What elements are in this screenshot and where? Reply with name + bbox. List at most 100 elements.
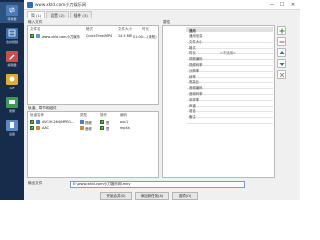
sidebar-label: 设备 bbox=[8, 131, 15, 136]
tab-main[interactable]: 简 (1) bbox=[27, 11, 46, 18]
move-down-button[interactable] bbox=[277, 59, 286, 68]
audio-track-icon bbox=[36, 126, 40, 130]
property-label: 视频编码 bbox=[189, 57, 203, 62]
property-row bbox=[187, 101, 273, 107]
editor-icon bbox=[6, 50, 18, 62]
file-icon bbox=[36, 34, 40, 38]
move-up-icon bbox=[279, 50, 284, 54]
remove-button[interactable] bbox=[277, 37, 286, 46]
move-down-icon bbox=[279, 62, 284, 66]
file-duration: 01:00:...(未知) bbox=[133, 35, 157, 39]
table-row[interactable]: ✓ www.xkld.com小刀娱乐 QuickTime/MP4 14.5 MB… bbox=[28, 33, 158, 40]
property-label: 分辨率 bbox=[189, 68, 200, 73]
track-checkbox[interactable]: ✓ bbox=[30, 120, 34, 124]
minimize-button[interactable]: — bbox=[268, 1, 276, 9]
property-label: 格式 bbox=[189, 45, 196, 50]
track-action: 是 bbox=[106, 127, 110, 131]
add-to-task-button[interactable]: 添加到任务(A) bbox=[135, 192, 169, 200]
close-button[interactable]: ✕ bbox=[289, 1, 297, 9]
track-action-checkbox[interactable]: ✓ bbox=[100, 126, 104, 130]
tab-plugins[interactable]: 插件 (3) bbox=[69, 11, 92, 18]
track-codec: avc1 bbox=[120, 120, 129, 124]
app-sidebar: 转换器 合并视频 编辑器 GIF 录屏 设备 bbox=[0, 0, 24, 200]
property-row bbox=[187, 72, 273, 78]
property-label: 通用信息 bbox=[189, 34, 203, 38]
property-label: 音频码率 bbox=[189, 92, 203, 96]
property-row bbox=[187, 78, 273, 84]
merge-icon bbox=[6, 27, 18, 39]
sidebar-label: GIF bbox=[9, 85, 15, 90]
property-row bbox=[187, 43, 273, 49]
column-header: 文件名 bbox=[30, 27, 41, 31]
sidebar-item-record[interactable]: 录屏 bbox=[0, 94, 24, 115]
track-checkbox[interactable]: ✓ bbox=[30, 126, 34, 130]
property-row bbox=[187, 107, 273, 113]
clear-button[interactable] bbox=[277, 70, 286, 79]
tab-settings[interactable]: 设置 (2) bbox=[46, 11, 69, 18]
column-header: 文件大小 bbox=[118, 27, 132, 31]
add-icon bbox=[279, 28, 284, 33]
sidebar-item-merge[interactable]: 合并视频 bbox=[0, 25, 24, 46]
output-label: 输出文件 bbox=[28, 181, 43, 185]
sidebar-label: 编辑器 bbox=[7, 62, 17, 67]
sidebar-label: 转换器 bbox=[7, 16, 17, 21]
tab-bar: 简 (1) 设置 (2) 插件 (3) bbox=[27, 11, 93, 18]
property-label: 视频码率 bbox=[189, 63, 203, 67]
sidebar-item-editor[interactable]: 编辑器 bbox=[0, 48, 24, 69]
column-header: 编码 bbox=[120, 113, 127, 117]
video-track-icon bbox=[36, 120, 40, 124]
track-action-checkbox[interactable]: ✓ bbox=[100, 120, 104, 124]
table-row[interactable]: ✓ AAC 音频 ✓ 是 mp4a bbox=[28, 125, 158, 131]
record-icon bbox=[6, 96, 18, 108]
property-value: <不适用> bbox=[220, 51, 236, 56]
track-codec: mp4a bbox=[120, 126, 130, 130]
add-button[interactable] bbox=[277, 26, 286, 35]
file-name: www.xkld.com小刀娱乐 bbox=[42, 35, 81, 39]
gif-icon bbox=[6, 73, 18, 85]
track-name: AAC bbox=[42, 126, 50, 130]
output-path-field[interactable]: E:\www.xkld.com小刀娱乐网.mkv bbox=[70, 181, 245, 188]
options-button[interactable]: 选项(O) bbox=[172, 192, 198, 200]
property-row bbox=[187, 119, 273, 125]
property-label: 备注 bbox=[189, 115, 196, 120]
property-label: 帧率 bbox=[189, 74, 196, 79]
column-header: 类型 bbox=[80, 113, 87, 117]
property-label: 采样率 bbox=[189, 97, 200, 102]
main-window: www.xkld.com小刀娱乐网 — ☐ ✕ 简 (1) 设置 (2) 插件 … bbox=[24, 0, 300, 200]
property-row bbox=[187, 96, 273, 101]
sidebar-item-device[interactable]: 设备 bbox=[0, 117, 24, 138]
sidebar-item-converter[interactable]: 转换器 bbox=[0, 2, 24, 23]
maximize-button[interactable]: ☐ bbox=[278, 1, 286, 9]
sidebar-label: 录屏 bbox=[8, 108, 15, 113]
column-header: 格式 bbox=[86, 27, 93, 31]
move-up-button[interactable] bbox=[277, 48, 286, 57]
audio-type-icon bbox=[80, 126, 84, 130]
tracks-list[interactable]: 轨道名称 类型 操作 编码 ✓ AVC/H.264/MPEG... 视频 ✓ 是… bbox=[27, 111, 159, 178]
property-label: 声道 bbox=[189, 103, 196, 108]
file-checkbox[interactable]: ✓ bbox=[30, 34, 34, 38]
start-merge-button[interactable]: 开始合并(S) bbox=[100, 192, 132, 200]
convert-icon bbox=[6, 4, 18, 16]
property-row bbox=[187, 67, 273, 72]
input-files-list[interactable]: 文件名 格式 文件大小 时长 ✓ www.xkld.com小刀娱乐 QuickT… bbox=[27, 25, 159, 105]
sidebar-label: 合并视频 bbox=[5, 39, 18, 44]
property-row bbox=[187, 113, 273, 119]
video-type-icon bbox=[80, 120, 84, 124]
property-label: 语言 bbox=[189, 109, 196, 114]
app-icon bbox=[27, 2, 33, 8]
device-icon bbox=[6, 119, 18, 131]
property-label: 音频编码 bbox=[189, 86, 203, 91]
column-header: 轨道名称 bbox=[30, 113, 44, 117]
track-name: AVC/H.264/MPEG... bbox=[42, 120, 75, 124]
property-label: 时长 bbox=[189, 51, 196, 56]
column-header: 时长 bbox=[142, 27, 149, 31]
title-bar: www.xkld.com小刀娱乐网 — ☐ ✕ bbox=[24, 0, 300, 10]
sidebar-item-gif[interactable]: GIF bbox=[0, 71, 24, 92]
column-header: 操作 bbox=[100, 113, 107, 117]
clear-icon bbox=[279, 72, 284, 77]
window-title: www.xkld.com小刀娱乐网 bbox=[35, 2, 87, 7]
track-type: 音频 bbox=[85, 127, 92, 131]
remove-icon bbox=[279, 41, 284, 42]
file-size: 14.5 MB bbox=[118, 34, 132, 38]
property-label: 宽高比 bbox=[189, 80, 200, 85]
